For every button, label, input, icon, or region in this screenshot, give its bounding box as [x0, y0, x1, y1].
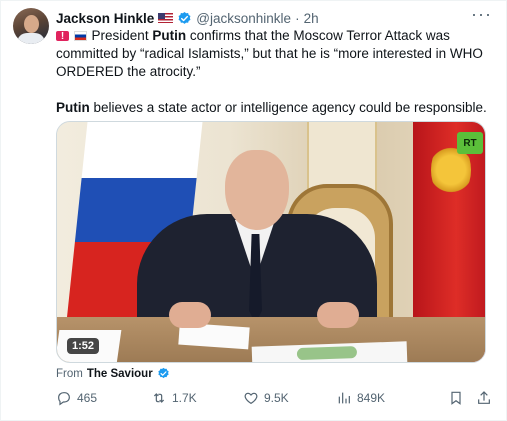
- avatar[interactable]: [13, 8, 49, 44]
- tweet-header: Jackson Hinkle @jacksonhinkle · 2h: [56, 9, 319, 27]
- reply-count: 465: [77, 391, 98, 405]
- share-button[interactable]: [476, 390, 492, 406]
- video-duration: 1:52: [67, 338, 100, 354]
- tweet-paragraph-2: Putin believes a state actor or intellig…: [56, 99, 496, 117]
- bookmark-icon: [451, 391, 461, 405]
- rt-logo: RT: [457, 132, 483, 154]
- verified-badge-icon: [158, 367, 169, 379]
- repost-icon: [153, 393, 165, 403]
- more-options-icon[interactable]: ···: [471, 5, 492, 23]
- avatar-shirt: [17, 33, 45, 44]
- avatar-face: [24, 15, 39, 33]
- tweet-paragraph-1: President Putin confirms that the Moscow…: [56, 27, 496, 81]
- source-name[interactable]: The Saviour: [87, 368, 153, 380]
- author-handle[interactable]: @jacksonhinkle: [196, 11, 291, 26]
- speaker-head: [225, 150, 289, 230]
- share-icon: [478, 391, 490, 404]
- from-label: From: [56, 367, 83, 380]
- like-button[interactable]: 9.5K: [243, 390, 289, 406]
- like-count: 9.5K: [264, 391, 289, 405]
- views-button[interactable]: 849K: [336, 390, 385, 406]
- repost-button[interactable]: 1.7K: [151, 390, 197, 406]
- verified-badge-icon: [178, 11, 191, 24]
- speaker-hands: [169, 302, 359, 332]
- timestamp[interactable]: 2h: [304, 11, 319, 26]
- separator-dot: ·: [295, 10, 300, 26]
- tweet-card[interactable]: Jackson Hinkle @jacksonhinkle · 2h ··· P…: [0, 0, 507, 421]
- reply-button[interactable]: 465: [56, 390, 97, 406]
- tweet-text: President Putin confirms that the Moscow…: [56, 27, 496, 135]
- reply-icon: [58, 392, 70, 406]
- video-player[interactable]: RT 1:52: [56, 121, 486, 363]
- p2-bold: Putin: [56, 100, 90, 115]
- view-count: 849K: [357, 391, 386, 405]
- author-name[interactable]: Jackson Hinkle: [56, 11, 154, 26]
- bookmark-button[interactable]: [448, 390, 464, 406]
- p1-pre: President: [91, 28, 153, 43]
- p2-post: believes a state actor or intelligence a…: [89, 100, 487, 115]
- action-bar: 465 1.7K 9.5K 849K: [56, 390, 496, 410]
- alert-emoji-icon: [56, 28, 69, 46]
- heart-icon: [244, 392, 258, 405]
- views-chart-icon: [338, 392, 350, 404]
- source-attribution: From The Saviour: [56, 367, 170, 380]
- russia-flag-emoji-icon: [73, 31, 87, 41]
- repost-count: 1.7K: [172, 391, 197, 405]
- p1-bold: Putin: [152, 28, 187, 43]
- us-flag-icon: [158, 13, 174, 23]
